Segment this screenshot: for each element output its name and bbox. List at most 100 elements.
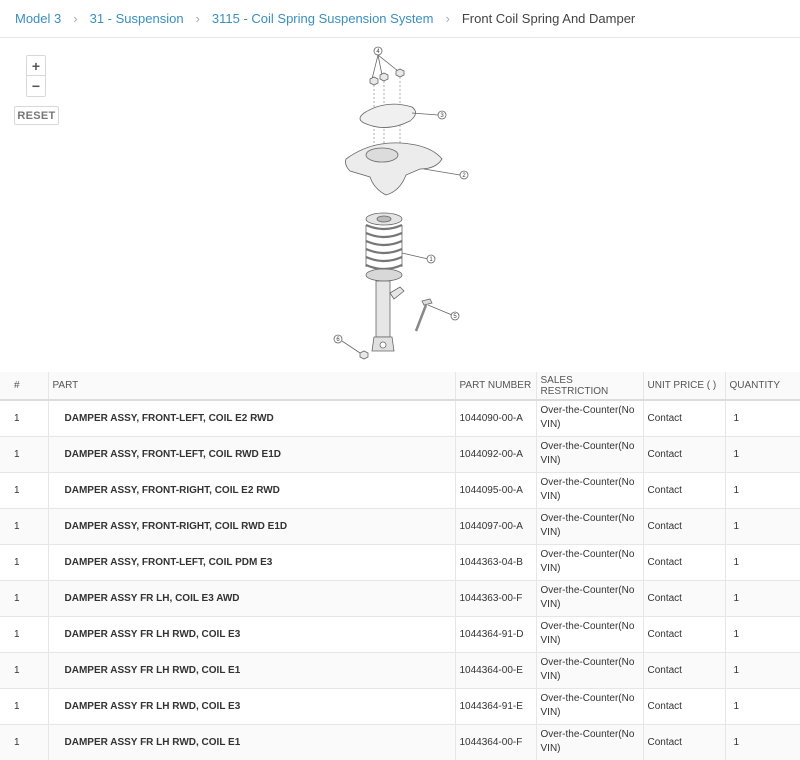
column-header-sales-restriction: SALES RESTRICTION (536, 372, 644, 401)
callout-leader (401, 252, 429, 260)
part-number: 1044364-00-F (455, 724, 537, 760)
table-row[interactable]: 1 DAMPER ASSY, FRONT-RIGHT, COIL RWD E1D 1… (0, 508, 800, 545)
row-number: 1 (0, 724, 49, 760)
chevron-right-icon: › (73, 11, 78, 26)
table-row[interactable]: 1 DAMPER ASSY FR LH RWD, COIL E1 1044364-0… (0, 652, 800, 689)
unit-price: Contact (643, 400, 726, 437)
part-name[interactable]: DAMPER ASSY, FRONT-LEFT, COIL RWD E1D (48, 436, 456, 473)
part-name[interactable]: DAMPER ASSY FR LH RWD, COIL E3 (48, 616, 456, 653)
part-name[interactable]: DAMPER ASSY, FRONT-RIGHT, COIL RWD E1D (48, 508, 456, 545)
sales-restriction: Over-the-Counter(No VIN) (536, 544, 644, 581)
diagram-viewer[interactable]: + − RESET 4 3 2 1 5 6 (0, 39, 800, 372)
quantity: 1 (725, 724, 800, 760)
nut-shape (379, 72, 389, 82)
breadcrumb-link-category[interactable]: 31 - Suspension (90, 11, 184, 26)
plate-shape (359, 103, 416, 128)
column-header-quantity: QUANTITY (725, 372, 800, 401)
part-number: 1044363-04-B (455, 544, 537, 581)
part-number: 1044095-00-A (455, 472, 537, 509)
column-header-part-number: PART NUMBER (455, 372, 537, 401)
quantity: 1 (725, 400, 800, 437)
part-number: 1044092-00-A (455, 436, 537, 473)
breadcrumb-current: Front Coil Spring And Damper (461, 11, 636, 26)
sales-restriction: Over-the-Counter(No VIN) (536, 436, 644, 473)
damper-tube (375, 280, 391, 338)
nut-shape (395, 68, 405, 78)
zoom-controls: + − (26, 55, 46, 97)
row-number: 1 (0, 508, 49, 545)
quantity: 1 (725, 616, 800, 653)
part-number: 1044090-00-A (455, 400, 537, 437)
table-row[interactable]: 1 DAMPER ASSY FR LH RWD, COIL E3 1044364-9… (0, 688, 800, 725)
chevron-right-icon: › (195, 11, 200, 26)
callout-leader (427, 304, 453, 316)
row-number: 1 (0, 400, 49, 437)
unit-price: Contact (643, 616, 726, 653)
table-row[interactable]: 1 DAMPER ASSY FR LH RWD, COIL E3 1044364-9… (0, 616, 800, 653)
parts-table: # PART PART NUMBER SALES RESTRICTION UNI… (0, 372, 800, 760)
nut-shape (369, 76, 379, 86)
unit-price: Contact (643, 688, 726, 725)
part-name[interactable]: DAMPER ASSY FR LH RWD, COIL E1 (48, 724, 456, 760)
zoom-in-button[interactable]: + (27, 56, 45, 76)
bolt-shank (414, 304, 428, 332)
quantity: 1 (725, 544, 800, 581)
spring-coils (365, 223, 403, 271)
spring-seat-center (376, 215, 392, 223)
breadcrumb-link-system[interactable]: 3115 - Coil Spring Suspension System (212, 11, 434, 26)
column-header-unit-price: UNIT PRICE ( ) (643, 372, 726, 401)
quantity: 1 (725, 436, 800, 473)
part-name[interactable]: DAMPER ASSY FR LH, COIL E3 AWD (48, 580, 456, 617)
table-row[interactable]: 1 DAMPER ASSY, FRONT-LEFT, COIL E2 RWD 104… (0, 400, 800, 437)
unit-price: Contact (643, 436, 726, 473)
part-name[interactable]: DAMPER ASSY, FRONT-LEFT, COIL E2 RWD (48, 400, 456, 437)
nut-shape (359, 350, 369, 360)
part-name[interactable]: DAMPER ASSY, FRONT-RIGHT, COIL E2 RWD (48, 472, 456, 509)
callout-leader (411, 112, 439, 116)
callout-leader (423, 168, 461, 176)
damper-eye (379, 341, 387, 349)
table-row[interactable]: 1 DAMPER ASSY, FRONT-RIGHT, COIL E2 RWD 10… (0, 472, 800, 509)
quantity: 1 (725, 580, 800, 617)
table-row[interactable]: 1 DAMPER ASSY FR LH, COIL E3 AWD 1044363-0… (0, 580, 800, 617)
chevron-right-icon: › (445, 11, 450, 26)
part-name[interactable]: DAMPER ASSY FR LH RWD, COIL E1 (48, 652, 456, 689)
sales-restriction: Over-the-Counter(No VIN) (536, 616, 644, 653)
part-number: 1044364-91-D (455, 616, 537, 653)
row-number: 1 (0, 616, 49, 653)
unit-price: Contact (643, 580, 726, 617)
part-name[interactable]: DAMPER ASSY FR LH RWD, COIL E3 (48, 688, 456, 725)
row-number: 1 (0, 436, 49, 473)
callout-leader (341, 340, 361, 354)
bracket-hole (365, 147, 399, 163)
table-body: 1 DAMPER ASSY, FRONT-LEFT, COIL E2 RWD 104… (0, 400, 800, 760)
part-name[interactable]: DAMPER ASSY, FRONT-LEFT, COIL PDM E3 (48, 544, 456, 581)
quantity: 1 (725, 472, 800, 509)
spring-seat-bottom (365, 268, 403, 282)
sales-restriction: Over-the-Counter(No VIN) (536, 688, 644, 725)
table-row[interactable]: 1 DAMPER ASSY FR LH RWD, COIL E1 1044364-0… (0, 724, 800, 760)
part-number: 1044097-00-A (455, 508, 537, 545)
unit-price: Contact (643, 472, 726, 509)
table-row[interactable]: 1 DAMPER ASSY, FRONT-LEFT, COIL RWD E1D 10… (0, 436, 800, 473)
table-header-row: # PART PART NUMBER SALES RESTRICTION UNI… (0, 372, 800, 401)
row-number: 1 (0, 544, 49, 581)
sales-restriction: Over-the-Counter(No VIN) (536, 652, 644, 689)
sales-restriction: Over-the-Counter(No VIN) (536, 724, 644, 760)
sales-restriction: Over-the-Counter(No VIN) (536, 472, 644, 509)
table-row[interactable]: 1 DAMPER ASSY, FRONT-LEFT, COIL PDM E3 104… (0, 544, 800, 581)
quantity: 1 (725, 652, 800, 689)
breadcrumb: Model 3 › 31 - Suspension › 3115 - Coil … (0, 0, 800, 38)
callout-leader (371, 54, 379, 80)
row-number: 1 (0, 652, 49, 689)
breadcrumb-link-model[interactable]: Model 3 (15, 11, 61, 26)
quantity: 1 (725, 688, 800, 725)
row-number: 1 (0, 472, 49, 509)
part-number: 1044364-00-E (455, 652, 537, 689)
bolt-head (421, 298, 433, 306)
column-header-number: # (0, 372, 49, 401)
sales-restriction: Over-the-Counter(No VIN) (536, 508, 644, 545)
zoom-out-button[interactable]: − (27, 76, 45, 96)
reset-button[interactable]: RESET (14, 106, 59, 125)
part-number: 1044363-00-F (455, 580, 537, 617)
